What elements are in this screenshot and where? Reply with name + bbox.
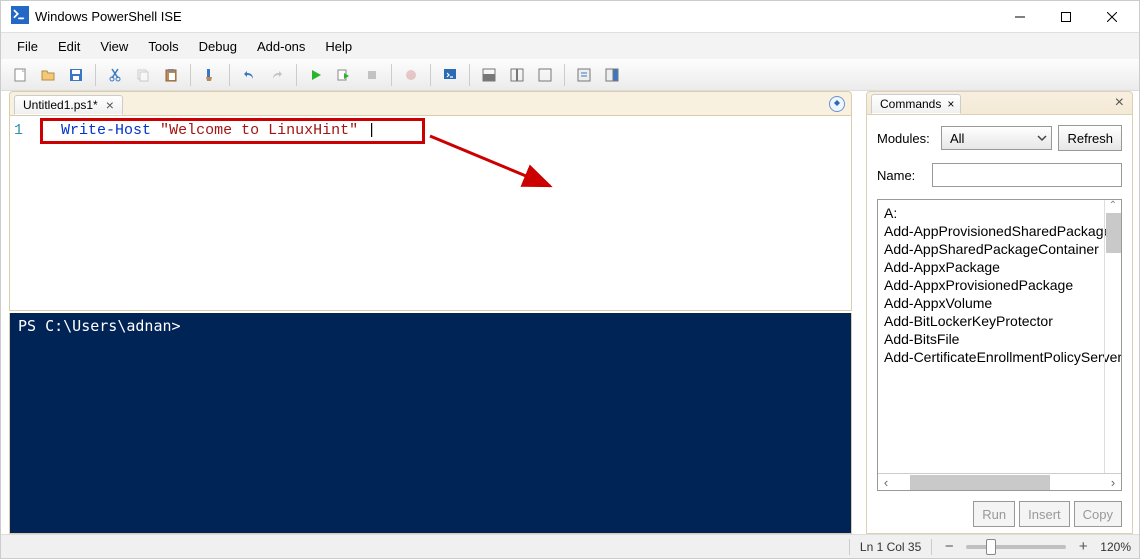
modules-dropdown[interactable]: All <box>941 126 1052 150</box>
insert-button[interactable]: Insert <box>1019 501 1070 527</box>
commands-list[interactable]: A: Add-AppProvisionedSharedPackageContai… <box>878 200 1121 473</box>
stop-icon[interactable] <box>359 62 385 88</box>
redo-icon[interactable] <box>264 62 290 88</box>
code-editor[interactable]: 1 Write-Host "Welcome to LinuxHint" | <box>9 115 852 311</box>
modules-value: All <box>950 131 1037 146</box>
name-input[interactable] <box>932 163 1122 187</box>
commands-body: Modules: All Refresh Name: A: Add-AppPro… <box>866 115 1133 534</box>
zoom-thumb[interactable] <box>986 539 996 555</box>
menu-help[interactable]: Help <box>315 36 362 57</box>
paste-icon[interactable] <box>158 62 184 88</box>
menu-edit[interactable]: Edit <box>48 36 90 57</box>
window-title: Windows PowerShell ISE <box>35 9 997 24</box>
new-file-icon[interactable] <box>7 62 33 88</box>
menu-file[interactable]: File <box>7 36 48 57</box>
list-item[interactable]: Add-AppxVolume <box>878 294 1121 312</box>
open-file-icon[interactable] <box>35 62 61 88</box>
layout-script-icon[interactable] <box>532 62 558 88</box>
menu-addons[interactable]: Add-ons <box>247 36 315 57</box>
show-command-addon-icon[interactable] <box>599 62 625 88</box>
code-content: Write-Host "Welcome to LinuxHint" | <box>34 122 376 139</box>
commands-tab[interactable]: Commands × <box>871 94 961 114</box>
undo-icon[interactable] <box>236 62 262 88</box>
list-item[interactable]: Add-CertificateEnrollmentPolicyServer <box>878 348 1121 366</box>
code-line: 1 Write-Host "Welcome to LinuxHint" | <box>14 120 847 141</box>
toolbar <box>1 59 1139 91</box>
zoom-out-icon[interactable]: − <box>942 538 956 555</box>
tab-close-icon[interactable]: × <box>104 98 116 112</box>
commands-tab-close-icon[interactable]: × <box>947 97 954 111</box>
workspace: Untitled1.ps1* × 1 Write-Host "Welcome t… <box>1 91 1139 534</box>
close-button[interactable] <box>1089 2 1135 32</box>
list-item[interactable]: Add-BitsFile <box>878 330 1121 348</box>
list-item[interactable]: Add-BitLockerKeyProtector <box>878 312 1121 330</box>
menu-debug[interactable]: Debug <box>189 36 247 57</box>
maximize-button[interactable] <box>1043 2 1089 32</box>
run-selection-icon[interactable] <box>331 62 357 88</box>
menu-view[interactable]: View <box>90 36 138 57</box>
console-prompt: PS C:\Users\adnan> <box>18 317 181 335</box>
tab-label: Untitled1.ps1* <box>23 98 98 112</box>
list-item[interactable]: Add-AppSharedPackageContainer <box>878 240 1121 258</box>
menu-tools[interactable]: Tools <box>138 36 188 57</box>
left-panel: Untitled1.ps1* × 1 Write-Host "Welcome t… <box>1 91 860 534</box>
zoom-slider[interactable] <box>966 545 1066 549</box>
horizontal-scrollbar[interactable]: ‹› <box>878 473 1121 490</box>
show-command-icon[interactable] <box>571 62 597 88</box>
editor-tabbar: Untitled1.ps1* × <box>9 91 852 115</box>
menubar: File Edit View Tools Debug Add-ons Help <box>1 33 1139 59</box>
titlebar: Windows PowerShell ISE <box>1 1 1139 33</box>
statusbar: Ln 1 Col 35 − + 120% <box>1 534 1139 558</box>
modules-label: Modules: <box>877 131 935 146</box>
zoom-level: 120% <box>1100 540 1131 554</box>
run-button[interactable]: Run <box>973 501 1015 527</box>
list-item[interactable]: Add-AppxProvisionedPackage <box>878 276 1121 294</box>
commands-tab-label: Commands <box>880 97 941 111</box>
editor-tab[interactable]: Untitled1.ps1* × <box>14 95 123 115</box>
copy-button[interactable]: Copy <box>1074 501 1122 527</box>
commands-panel: Commands × × Modules: All Refresh Name: … <box>860 91 1139 534</box>
remote-icon[interactable] <box>437 62 463 88</box>
copy-icon[interactable] <box>130 62 156 88</box>
app-icon <box>5 6 35 27</box>
expand-script-icon[interactable] <box>829 96 845 112</box>
commands-list-box: A: Add-AppProvisionedSharedPackageContai… <box>877 199 1122 491</box>
vertical-scrollbar[interactable]: ⌃ <box>1104 200 1121 473</box>
commands-panel-close-icon[interactable]: × <box>1115 94 1124 112</box>
layout-side-icon[interactable] <box>504 62 530 88</box>
console-pane: PS C:\Users\adnan> <box>9 313 852 534</box>
console[interactable]: PS C:\Users\adnan> <box>10 313 851 533</box>
zoom-in-icon[interactable]: + <box>1076 538 1090 555</box>
chevron-down-icon <box>1037 133 1047 143</box>
minimize-button[interactable] <box>997 2 1043 32</box>
breakpoint-icon[interactable] <box>398 62 424 88</box>
cut-icon[interactable] <box>102 62 128 88</box>
clear-console-icon[interactable] <box>197 62 223 88</box>
save-icon[interactable] <box>63 62 89 88</box>
refresh-button[interactable]: Refresh <box>1058 125 1122 151</box>
run-script-icon[interactable] <box>303 62 329 88</box>
line-number: 1 <box>14 122 34 139</box>
list-item[interactable]: Add-AppProvisionedSharedPackageContainer <box>878 222 1121 240</box>
layout-top-bottom-icon[interactable] <box>476 62 502 88</box>
list-item[interactable]: A: <box>878 204 1121 222</box>
list-item[interactable]: Add-AppxPackage <box>878 258 1121 276</box>
commands-tabbar: Commands × × <box>866 91 1133 115</box>
caret-position: Ln 1 Col 35 <box>860 540 921 554</box>
name-label: Name: <box>877 168 926 183</box>
